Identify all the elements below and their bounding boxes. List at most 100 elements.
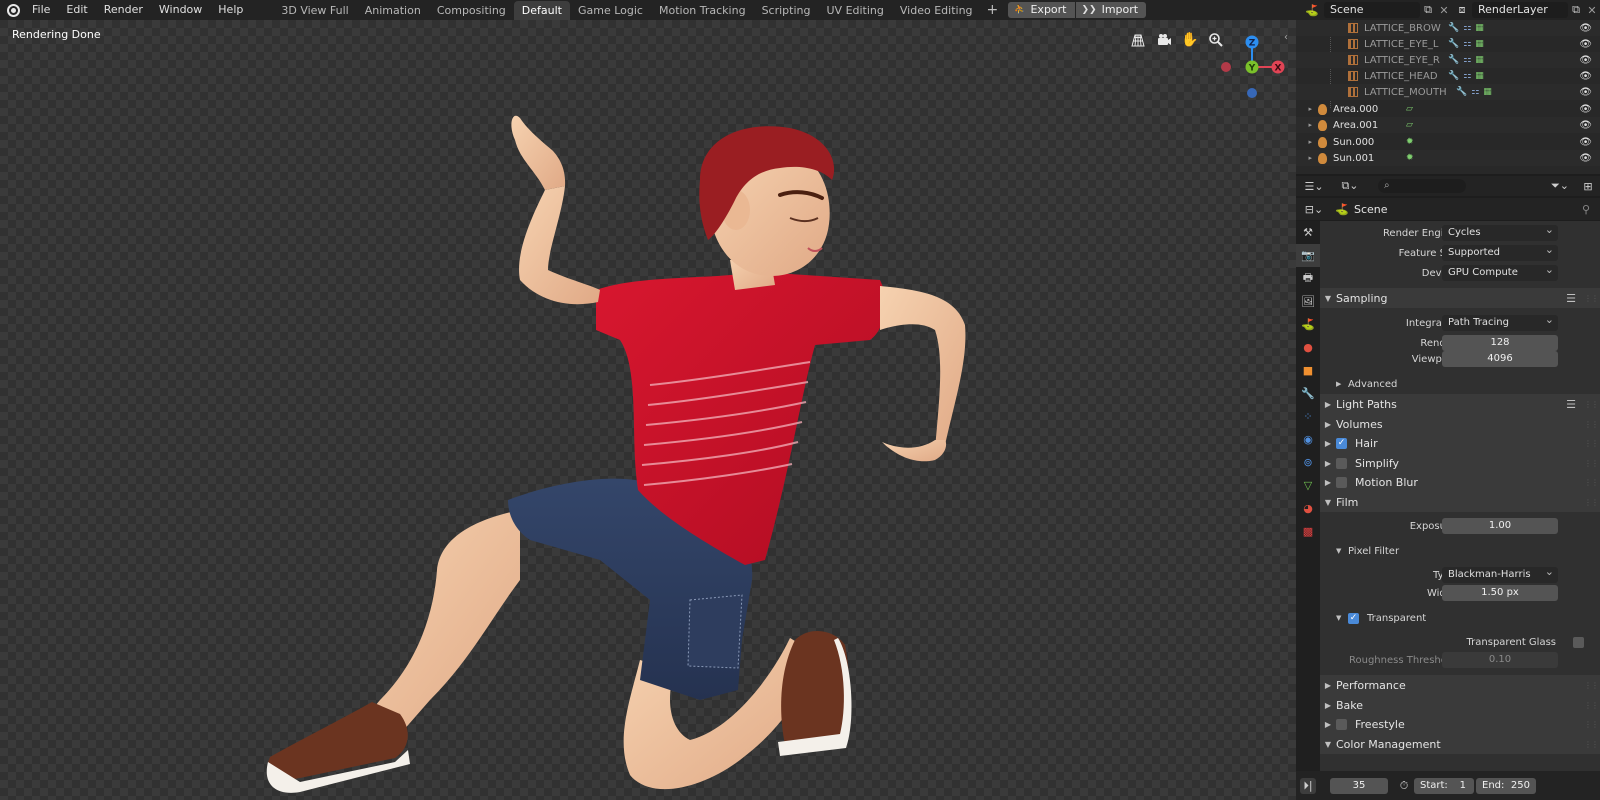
drag-handle-icon[interactable]: ⋮⋮ xyxy=(1584,439,1599,448)
visibility-eye-icon[interactable]: 👁 xyxy=(1579,153,1592,164)
new-scene-icon[interactable]: ⧉ xyxy=(1420,2,1436,18)
outliner-row[interactable]: LATTICE_MOUTH 🔧 ⚏ ▦ 👁 xyxy=(1296,84,1600,100)
outliner-row[interactable]: LATTICE_BROW 🔧 ⚏ ▦ 👁 xyxy=(1296,20,1600,36)
tab-motion-tracking[interactable]: Motion Tracking xyxy=(651,1,754,20)
drag-handle-icon[interactable]: ⋮⋮ xyxy=(1584,681,1599,690)
visibility-eye-icon[interactable]: 👁 xyxy=(1579,104,1592,115)
advanced-subpanel-header[interactable]: ▶ Advanced xyxy=(1320,375,1600,393)
outliner-row[interactable]: LATTICE_HEAD 🔧 ⚏ ▦ 👁 xyxy=(1296,68,1600,84)
physics-tab-icon[interactable]: ◉ xyxy=(1296,428,1320,451)
texture-tab-icon[interactable]: ▩ xyxy=(1296,520,1320,543)
visibility-eye-icon[interactable]: 👁 xyxy=(1579,55,1592,66)
outliner-row[interactable]: ▸ Sun.000 ✹ 👁 xyxy=(1296,134,1600,150)
output-tab-icon[interactable]: 🖶 xyxy=(1296,267,1320,290)
feature-set-dropdown[interactable]: Supported xyxy=(1442,242,1558,261)
object-tab-icon[interactable]: ■ xyxy=(1296,359,1320,382)
menu-edit[interactable]: Edit xyxy=(58,0,95,20)
editor-type-icon[interactable]: ☰⌄ xyxy=(1302,178,1326,194)
filter-icon[interactable]: ⏷⌄ xyxy=(1548,178,1572,194)
presets-list-icon[interactable]: ☰ xyxy=(1566,398,1576,411)
tab-scripting[interactable]: Scripting xyxy=(754,1,819,20)
visibility-eye-icon[interactable]: 👁 xyxy=(1579,71,1592,82)
drag-handle-icon[interactable]: ⋮⋮ xyxy=(1584,740,1599,749)
properties-editor-icon[interactable]: ⊟⌄ xyxy=(1302,201,1326,217)
drag-handle-icon[interactable]: ⋮⋮ xyxy=(1584,701,1599,710)
visibility-eye-icon[interactable]: 👁 xyxy=(1579,39,1592,50)
viewport-samples-field[interactable]: 4096 xyxy=(1442,351,1558,367)
transparent-subpanel-header[interactable]: ▼ ✓ Transparent xyxy=(1320,609,1600,627)
expand-arrow-icon[interactable]: ▸ xyxy=(1296,138,1318,146)
menu-file[interactable]: File xyxy=(24,0,58,20)
outliner-row[interactable]: LATTICE_EYE_L 🔧 ⚏ ▦ 👁 xyxy=(1296,36,1600,52)
scene-name-field[interactable]: Scene xyxy=(1324,2,1420,18)
scene-icon[interactable]: ⛳ xyxy=(1300,2,1324,18)
material-tab-icon[interactable]: ◕ xyxy=(1296,497,1320,520)
start-frame-field[interactable]: Start: 1 xyxy=(1414,777,1474,794)
menu-help[interactable]: Help xyxy=(210,0,251,20)
light-paths-panel-header[interactable]: ▶ Light Paths ☰ ⋮⋮ xyxy=(1320,394,1600,414)
tab-animation[interactable]: Animation xyxy=(357,1,429,20)
current-frame-field[interactable]: 35 xyxy=(1330,777,1388,794)
tab-default[interactable]: Default xyxy=(513,0,570,20)
stopwatch-icon[interactable]: ⏱ xyxy=(1396,778,1412,794)
tab-video-editing[interactable]: Video Editing xyxy=(892,1,981,20)
drag-handle-icon[interactable]: ⋮⋮ xyxy=(1584,478,1599,487)
world-tab-icon[interactable]: ● xyxy=(1296,336,1320,359)
tab-game-logic[interactable]: Game Logic xyxy=(570,1,651,20)
hair-checkbox[interactable]: ✓ xyxy=(1336,437,1347,449)
data-tab-icon[interactable]: ▽ xyxy=(1296,474,1320,497)
transparent-glass-checkbox[interactable] xyxy=(1573,636,1584,648)
end-frame-field[interactable]: End: 250 xyxy=(1476,777,1536,794)
scene-tab-icon[interactable]: ⛳ xyxy=(1296,313,1320,336)
play-to-end-icon[interactable]: ⏵| xyxy=(1300,777,1316,794)
bake-panel-header[interactable]: ▶ Bake ⋮⋮ xyxy=(1320,695,1600,715)
transparent-checkbox[interactable]: ✓ xyxy=(1348,612,1359,624)
film-panel-header[interactable]: ▼ Film ⋮⋮ xyxy=(1320,492,1600,512)
simplify-panel-header[interactable]: ▶ Simplify ⋮⋮ xyxy=(1320,453,1600,473)
drag-handle-icon[interactable]: ⋮⋮ xyxy=(1584,720,1599,729)
outliner-row[interactable]: LATTICE_EYE_R 🔧 ⚏ ▦ 👁 xyxy=(1296,52,1600,68)
visibility-eye-icon[interactable]: 👁 xyxy=(1579,23,1592,34)
tab-compositing[interactable]: Compositing xyxy=(429,1,514,20)
filter-type-dropdown[interactable]: Blackman-Harris xyxy=(1442,564,1558,583)
color-management-panel-header[interactable]: ▼ Color Management ⋮⋮ xyxy=(1320,734,1600,754)
pixel-filter-subpanel-header[interactable]: ▼ Pixel Filter xyxy=(1320,542,1600,560)
display-mode-icon[interactable]: ⧉⌄ xyxy=(1338,178,1362,194)
volumes-panel-header[interactable]: ▶ Volumes ⋮⋮ xyxy=(1320,414,1600,434)
particles-tab-icon[interactable]: ⁘ xyxy=(1296,405,1320,428)
tab-uv-editing[interactable]: UV Editing xyxy=(819,1,892,20)
roughness-threshold-field[interactable]: 0.10 xyxy=(1442,652,1558,668)
new-layer-icon[interactable]: ⧉ xyxy=(1568,2,1584,18)
outliner-row[interactable]: ▸ Sun.001 ✹ 👁 xyxy=(1296,150,1600,166)
modifier-tab-icon[interactable]: 🔧 xyxy=(1296,382,1320,405)
drag-handle-icon[interactable]: ⋮⋮ xyxy=(1584,400,1599,409)
view-layer-tab-icon[interactable]: 🖼 xyxy=(1296,290,1320,313)
pin-icon[interactable]: ⚲ xyxy=(1578,201,1594,217)
tab-3d-view-full[interactable]: 3D View Full xyxy=(273,1,356,20)
3d-viewport[interactable]: Rendering Done ✋ Z X Y ‹ xyxy=(0,20,1296,800)
render-layer-field[interactable]: RenderLayer xyxy=(1472,2,1568,18)
visibility-eye-icon[interactable]: 👁 xyxy=(1579,137,1592,148)
expand-arrow-icon[interactable]: ▸ xyxy=(1296,105,1318,113)
motion-blur-panel-header[interactable]: ▶ Motion Blur ⋮⋮ xyxy=(1320,472,1600,492)
freestyle-panel-header[interactable]: ▶ Freestyle ⋮⋮ xyxy=(1320,714,1600,734)
constraints-tab-icon[interactable]: ⊚ xyxy=(1296,451,1320,474)
expand-arrow-icon[interactable]: ▸ xyxy=(1296,154,1318,162)
visibility-eye-icon[interactable]: 👁 xyxy=(1579,120,1592,131)
drag-handle-icon[interactable]: ⋮⋮ xyxy=(1584,294,1599,303)
filter-width-field[interactable]: 1.50 px xyxy=(1442,585,1558,601)
presets-list-icon[interactable]: ☰ xyxy=(1566,292,1576,305)
integrator-dropdown[interactable]: Path Tracing xyxy=(1442,312,1558,331)
menu-render[interactable]: Render xyxy=(96,0,151,20)
add-workspace-button[interactable]: + xyxy=(981,0,1005,20)
device-dropdown[interactable]: GPU Compute xyxy=(1442,262,1558,281)
performance-panel-header[interactable]: ▶ Performance ⋮⋮ xyxy=(1320,675,1600,695)
close-scene-icon[interactable]: ✕ xyxy=(1436,2,1452,18)
visibility-eye-icon[interactable]: 👁 xyxy=(1579,87,1592,98)
exposure-field[interactable]: 1.00 xyxy=(1442,518,1558,534)
outliner-row[interactable]: ▸ Area.001 ▱ 👁 xyxy=(1296,117,1600,133)
drag-handle-icon[interactable]: ⋮⋮ xyxy=(1584,420,1599,429)
expand-arrow-icon[interactable]: ▸ xyxy=(1296,121,1318,129)
render-layer-icon[interactable]: ⧈ xyxy=(1452,2,1472,18)
close-layer-icon[interactable]: ✕ xyxy=(1584,2,1600,18)
